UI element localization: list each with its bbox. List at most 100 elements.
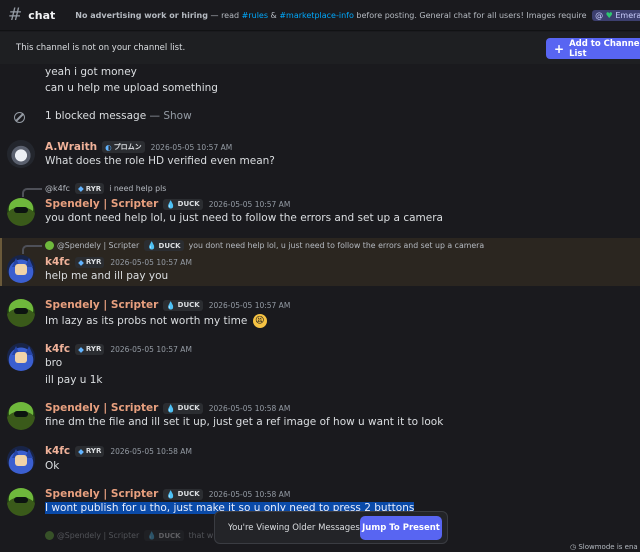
topic-text: — read — [207, 10, 242, 20]
droplet-icon: 💧 — [166, 199, 176, 209]
badge-icon: ◆ — [78, 446, 84, 456]
server-tag[interactable]: 💧 DUCK — [163, 299, 203, 311]
timestamp: 2026-05-05 10:57 AM — [208, 199, 291, 209]
avatar[interactable] — [7, 255, 35, 283]
show-blocked-link[interactable]: Show — [163, 110, 191, 122]
message-text: fine dm the file and ill set it up, just… — [45, 416, 444, 428]
timestamp: 2026-05-05 10:57 AM — [110, 257, 192, 267]
server-tag[interactable]: 💧 DUCK — [163, 198, 203, 210]
badge-icon: ◆ — [78, 344, 84, 354]
reply-text: you dont need help lol, u just need to f… — [188, 241, 485, 250]
message-list[interactable]: yeah i got money can u help me upload so… — [0, 64, 640, 552]
message-text: bro — [45, 357, 63, 369]
topic-strong-text: No advertising work or hiring — [75, 10, 208, 20]
timestamp: 2026-05-05 10:58 AM — [208, 403, 291, 413]
server-tag[interactable]: ◆ RYR — [75, 445, 105, 457]
badge-icon: ◆ — [78, 257, 84, 267]
rules-channel-link[interactable]: #rules — [242, 11, 268, 20]
server-tag[interactable]: ◆ RYR — [75, 256, 105, 268]
clock-icon: ◷ — [570, 543, 577, 551]
droplet-icon: 💧 — [166, 489, 176, 499]
message-header: A.Wraith ◐ プロムン 2026-05-05 10:57 AM — [45, 141, 232, 153]
reply-connector — [22, 245, 42, 254]
username[interactable]: Spendely | Scripter — [45, 198, 158, 210]
message-text: Im lazy as its probs not worth my time 😫 — [45, 314, 267, 328]
message-text: ill pay u 1k — [45, 374, 103, 386]
message-text: yeah i got money — [45, 66, 137, 78]
message-header: Spendely | Scripter 💧 DUCK 2026-05-05 10:… — [45, 402, 290, 414]
topic-text-2: before posting. General chat for all use… — [353, 10, 590, 20]
reply-preview[interactable]: @Spendely | Scripter 💧 DUCK you dont need… — [45, 240, 484, 251]
timestamp: 2026-05-05 10:57 AM — [150, 142, 233, 152]
reply-connector — [22, 188, 42, 197]
message-header: k4fc ◆ RYR 2026-05-05 10:58 AM — [45, 445, 192, 457]
username[interactable]: Spendely | Scripter — [45, 488, 158, 500]
server-tag[interactable]: ◆ RYR — [75, 343, 105, 355]
droplet-icon: 💧 — [166, 403, 176, 413]
username[interactable]: A.Wraith — [45, 141, 97, 153]
message-header: Spendely | Scripter 💧 DUCK 2026-05-05 10:… — [45, 488, 290, 500]
crying-face-emoji: 😫 — [252, 314, 267, 328]
message-text: help me and ill pay you — [45, 270, 169, 282]
add-to-channel-list-button[interactable]: + Add to Channel List — [546, 38, 640, 59]
username[interactable]: k4fc — [45, 256, 70, 268]
channel-hash-icon: # — [8, 5, 23, 25]
topic-amp: & — [268, 10, 280, 20]
reply-preview[interactable]: @k4fc ◆ RYR i need help pls — [45, 183, 166, 194]
reply-name: @Spendely | Scripter — [57, 531, 140, 540]
avatar[interactable] — [7, 402, 35, 430]
reply-name: @k4fc — [45, 184, 70, 193]
reply-avatar — [45, 241, 54, 250]
blocked-icon — [14, 112, 25, 123]
older-messages-text: You're Viewing Older Messages — [228, 522, 360, 533]
channel-topic[interactable]: No advertising work or hiring — read #ru… — [75, 9, 640, 21]
reply-avatar — [45, 531, 54, 540]
server-tag[interactable]: 💧 DUCK — [163, 402, 203, 414]
reply-text: i need help pls — [109, 184, 167, 193]
message-text: Ok — [45, 460, 60, 472]
message-text: you dont need help lol, u just need to f… — [45, 212, 443, 224]
avatar[interactable] — [7, 343, 35, 371]
channel-name[interactable]: chat — [28, 9, 55, 22]
avatar[interactable] — [7, 299, 35, 327]
avatar[interactable] — [7, 488, 35, 516]
username[interactable]: k4fc — [45, 445, 70, 457]
droplet-icon: 💧 — [147, 531, 157, 540]
server-tag[interactable]: 💧 DUCK — [163, 488, 203, 500]
username[interactable]: k4fc — [45, 343, 70, 355]
role-mention[interactable]: @ ♥ Emerald III — [592, 9, 640, 21]
channel-header: # chat No advertising work or hiring — r… — [0, 0, 640, 31]
timestamp: 2026-05-05 10:57 AM — [208, 300, 291, 310]
message-header: k4fc ◆ RYR 2026-05-05 10:57 AM — [45, 256, 192, 268]
timestamp: 2026-05-05 10:57 AM — [110, 344, 192, 354]
blocked-message-notice: 1 blocked message — Show — [45, 110, 192, 122]
avatar[interactable] — [7, 198, 35, 226]
channel-list-notice: This channel is not on your channel list… — [0, 32, 640, 64]
avatar[interactable] — [7, 140, 35, 168]
badge-icon: ◆ — [77, 184, 84, 193]
droplet-icon: 💧 — [147, 241, 157, 250]
older-messages-bar: You're Viewing Older Messages Jump To Pr… — [214, 511, 448, 544]
timestamp: 2026-05-05 10:58 AM — [208, 489, 291, 499]
reply-preview[interactable]: @Spendely | Scripter 💧 DUCK that wi — [45, 530, 215, 541]
username[interactable]: Spendely | Scripter — [45, 299, 158, 311]
username[interactable]: Spendely | Scripter — [45, 402, 158, 414]
slowmode-indicator: ◷ Slowmode is ena — [570, 543, 638, 551]
reply-name: @Spendely | Scripter — [57, 241, 140, 250]
message-text: can u help me upload something — [45, 82, 218, 94]
notice-text: This channel is not on your channel list… — [16, 43, 186, 53]
badge-icon: ◐ — [105, 142, 112, 152]
marketplace-channel-link[interactable]: #marketplace-info — [279, 11, 354, 20]
message-header: k4fc ◆ RYR 2026-05-05 10:57 AM — [45, 343, 192, 355]
message-header: Spendely | Scripter 💧 DUCK 2026-05-05 10:… — [45, 299, 290, 311]
message-text: What does the role HD verified even mean… — [45, 155, 275, 167]
reply-text: that wi — [188, 531, 216, 540]
server-tag[interactable]: ◐ プロムン — [102, 141, 145, 153]
droplet-icon: 💧 — [166, 300, 176, 310]
avatar[interactable] — [7, 446, 35, 474]
jump-to-present-button[interactable]: Jump To Present — [360, 516, 442, 540]
plus-icon: + — [554, 41, 565, 56]
server-tag: ◆ RYR — [74, 183, 105, 194]
server-tag: 💧 DUCK — [144, 240, 184, 251]
message-header: Spendely | Scripter 💧 DUCK 2026-05-05 10:… — [45, 198, 290, 210]
